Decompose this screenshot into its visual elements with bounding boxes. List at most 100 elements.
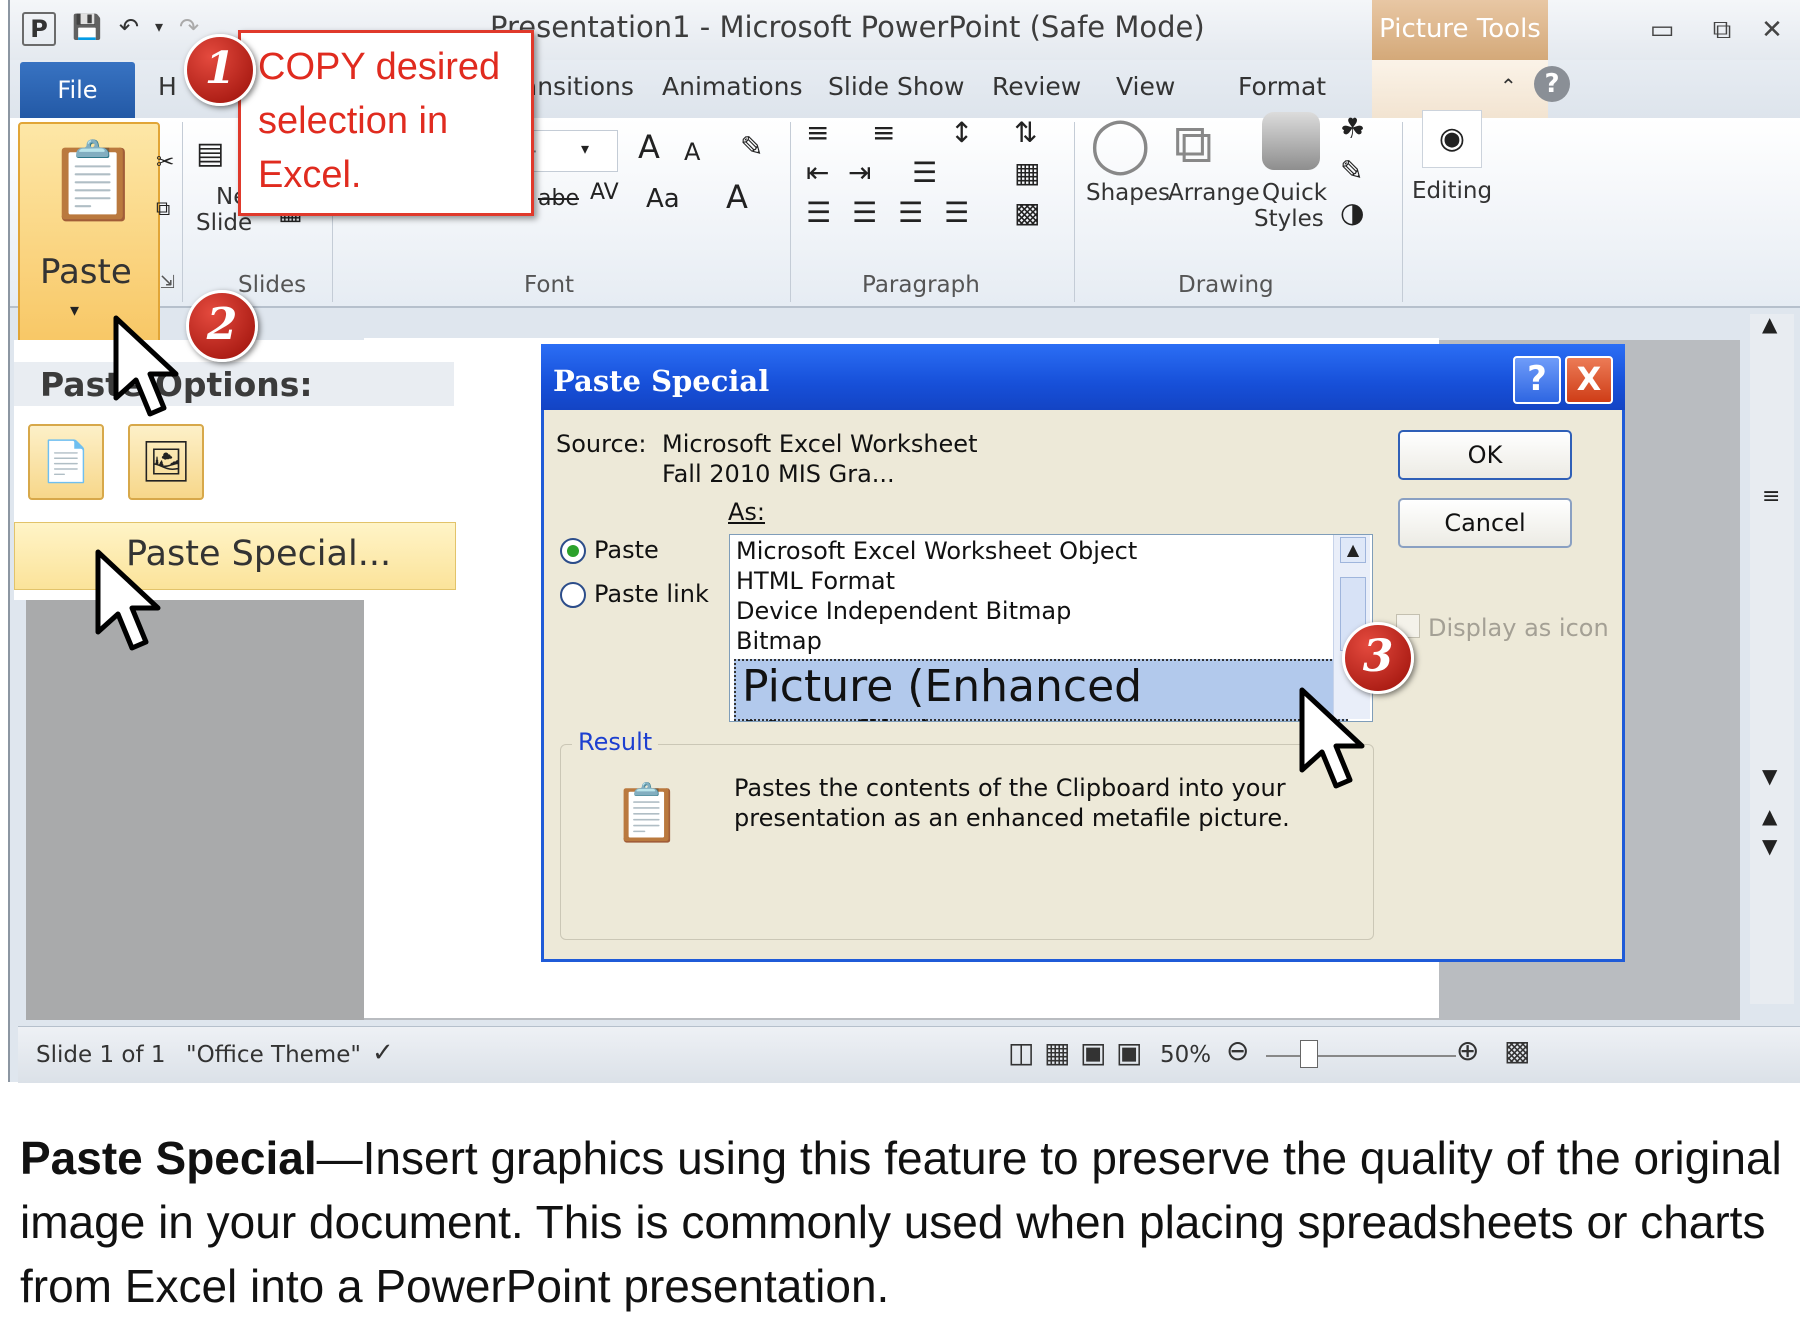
list-item[interactable]: HTML Format bbox=[736, 567, 895, 595]
align-left-icon[interactable]: ☰ bbox=[806, 196, 831, 229]
clipboard-launcher-icon[interactable]: ⇲ bbox=[160, 272, 175, 293]
paste-radio-label: Paste bbox=[594, 536, 659, 564]
arrange-icon: ⧉ bbox=[1174, 112, 1213, 175]
zoom-slider-thumb[interactable] bbox=[1300, 1040, 1318, 1068]
quick-styles-label-2: Styles bbox=[1254, 206, 1324, 232]
list-item[interactable]: Device Independent Bitmap bbox=[736, 597, 1071, 625]
chevron-up-icon[interactable]: ▲ bbox=[1340, 537, 1366, 563]
list-item[interactable]: Bitmap bbox=[736, 627, 822, 655]
cancel-button[interactable]: Cancel bbox=[1398, 498, 1572, 548]
line-spacing-icon[interactable]: ↕ bbox=[950, 116, 973, 149]
previous-slide-icon[interactable]: ▲ bbox=[1762, 804, 1777, 828]
paste-button[interactable]: 📋 bbox=[18, 122, 160, 346]
step-1-badge: 1 bbox=[184, 34, 256, 106]
decrease-indent-icon[interactable]: ⇤ bbox=[806, 156, 829, 189]
numbering-icon[interactable]: ≡ bbox=[872, 116, 895, 149]
vertical-scrollbar[interactable]: ▲ ≡ ▼ ▲ ▼ bbox=[1750, 312, 1794, 1004]
paste-dropdown-icon[interactable]: ▾ bbox=[70, 300, 79, 321]
shrink-font-icon[interactable]: A bbox=[684, 138, 700, 166]
tab-review[interactable]: Review bbox=[992, 72, 1081, 101]
normal-view-icon[interactable]: ◫ bbox=[1008, 1036, 1034, 1069]
fit-to-window-icon[interactable]: ▩ bbox=[1504, 1034, 1530, 1067]
copy-icon[interactable]: ⧉ bbox=[156, 196, 170, 220]
shapes-icon: ◯ bbox=[1090, 112, 1151, 175]
paste-option-picture-icon[interactable]: 🖼 bbox=[128, 424, 204, 500]
ok-button[interactable]: OK bbox=[1398, 430, 1572, 480]
shape-fill-icon[interactable]: ☘ bbox=[1340, 112, 1365, 145]
undo-icon[interactable]: ↶ bbox=[114, 12, 144, 42]
slideshow-view-icon[interactable]: ▣ bbox=[1116, 1036, 1142, 1069]
selected-format-label: Picture (Enhanced Metafile) bbox=[742, 661, 1143, 721]
zoom-level[interactable]: 50% bbox=[1160, 1042, 1211, 1068]
clear-formatting-icon[interactable]: ✎ bbox=[740, 130, 763, 163]
editing-button[interactable]: Editing bbox=[1412, 178, 1492, 204]
result-label: Result bbox=[572, 728, 659, 756]
paste-radio[interactable] bbox=[560, 538, 586, 564]
tab-file[interactable]: File bbox=[20, 62, 135, 118]
text-direction-icon[interactable]: ⇅ bbox=[1014, 116, 1037, 149]
tab-format[interactable]: Format bbox=[1238, 72, 1326, 101]
shapes-button[interactable]: Shapes bbox=[1086, 180, 1170, 206]
minimize-ribbon-icon[interactable]: ⌃ bbox=[1500, 74, 1517, 98]
result-clipboard-icon: 📋 bbox=[612, 781, 682, 846]
increase-indent-icon[interactable]: ⇥ bbox=[848, 156, 871, 189]
paste-as-list[interactable]: Microsoft Excel Worksheet Object HTML Fo… bbox=[729, 534, 1373, 722]
quick-styles-button[interactable]: Quick bbox=[1262, 180, 1327, 206]
paste-option-use-destination-icon[interactable]: 📄 bbox=[28, 424, 104, 500]
step-2-badge: 2 bbox=[186, 290, 258, 362]
list-item-selected[interactable]: Picture (Enhanced Metafile) bbox=[734, 659, 1348, 721]
undo-dropdown-icon[interactable]: ▾ bbox=[144, 12, 174, 42]
scroll-thumb-icon[interactable]: ≡ bbox=[1762, 484, 1780, 509]
save-icon[interactable]: 💾 bbox=[72, 12, 102, 42]
picture-tools-group: Picture Tools bbox=[1372, 0, 1548, 60]
callout-text: COPY desired selection in Excel. bbox=[258, 46, 501, 196]
zoom-in-icon[interactable]: ⊕ bbox=[1456, 1034, 1479, 1067]
help-icon[interactable]: ? bbox=[1534, 66, 1570, 102]
smartart-icon[interactable]: ▩ bbox=[1014, 196, 1040, 229]
list-item[interactable]: Microsoft Excel Worksheet Object bbox=[736, 537, 1137, 565]
mouse-cursor-icon bbox=[113, 315, 179, 417]
tab-home[interactable]: H bbox=[158, 72, 177, 101]
dialog-close-button[interactable]: X bbox=[1565, 356, 1613, 404]
tab-slide-show[interactable]: Slide Show bbox=[828, 72, 964, 101]
align-text-icon[interactable]: ▦ bbox=[1014, 156, 1040, 189]
columns-icon[interactable]: ☰ bbox=[912, 156, 937, 189]
scroll-up-icon[interactable]: ▲ bbox=[1762, 312, 1777, 336]
zoom-out-icon[interactable]: ⊖ bbox=[1226, 1034, 1249, 1067]
window-title: Presentation1 - Microsoft PowerPoint (Sa… bbox=[490, 10, 1205, 44]
arrange-button[interactable]: Arrange bbox=[1168, 180, 1260, 206]
paste-link-radio[interactable] bbox=[560, 582, 586, 608]
zoom-slider[interactable] bbox=[1266, 1055, 1456, 1057]
character-spacing-icon[interactable]: AV bbox=[590, 180, 619, 205]
step-3-badge: 3 bbox=[1342, 622, 1414, 694]
source-file: Fall 2010 MIS Gra... bbox=[662, 460, 895, 488]
scroll-down-icon[interactable]: ▼ bbox=[1762, 764, 1777, 788]
grow-font-icon[interactable]: A bbox=[638, 128, 660, 166]
align-right-icon[interactable]: ☰ bbox=[898, 196, 923, 229]
justify-icon[interactable]: ☰ bbox=[944, 196, 969, 229]
font-color-icon[interactable]: A bbox=[726, 178, 748, 216]
new-slide-icon[interactable]: ▤ bbox=[196, 136, 224, 171]
group-separator bbox=[1402, 122, 1403, 302]
close-window-icon[interactable]: ✕ bbox=[1752, 10, 1792, 50]
slide-sorter-icon[interactable]: ▦ bbox=[1044, 1036, 1070, 1069]
spelling-check-icon[interactable]: ✓ bbox=[372, 1038, 394, 1068]
redo-icon[interactable]: ↷ bbox=[174, 12, 204, 42]
tab-view[interactable]: View bbox=[1116, 72, 1175, 101]
dialog-help-button[interactable]: ? bbox=[1513, 356, 1561, 404]
chevron-down-icon: ▾ bbox=[581, 139, 590, 158]
change-case-icon[interactable]: Aa bbox=[646, 184, 680, 214]
reading-view-icon[interactable]: ▣ bbox=[1080, 1036, 1106, 1069]
tab-animations[interactable]: Animations bbox=[662, 72, 802, 101]
cut-icon[interactable]: ✂ bbox=[156, 150, 174, 175]
shape-outline-icon[interactable]: ✎ bbox=[1340, 154, 1363, 187]
align-center-icon[interactable]: ☰ bbox=[852, 196, 877, 229]
strikethrough-icon[interactable]: abe bbox=[538, 186, 579, 211]
restore-icon[interactable]: ⧉ bbox=[1702, 10, 1742, 50]
next-slide-icon[interactable]: ▼ bbox=[1762, 834, 1777, 858]
minimize-icon[interactable]: ▭ bbox=[1642, 10, 1682, 50]
paste-link-radio-label: Paste link bbox=[594, 580, 709, 608]
bullets-icon[interactable]: ≡ bbox=[806, 116, 829, 149]
caption-bold: Paste Special bbox=[20, 1132, 317, 1184]
shape-effects-icon[interactable]: ◑ bbox=[1340, 196, 1364, 229]
